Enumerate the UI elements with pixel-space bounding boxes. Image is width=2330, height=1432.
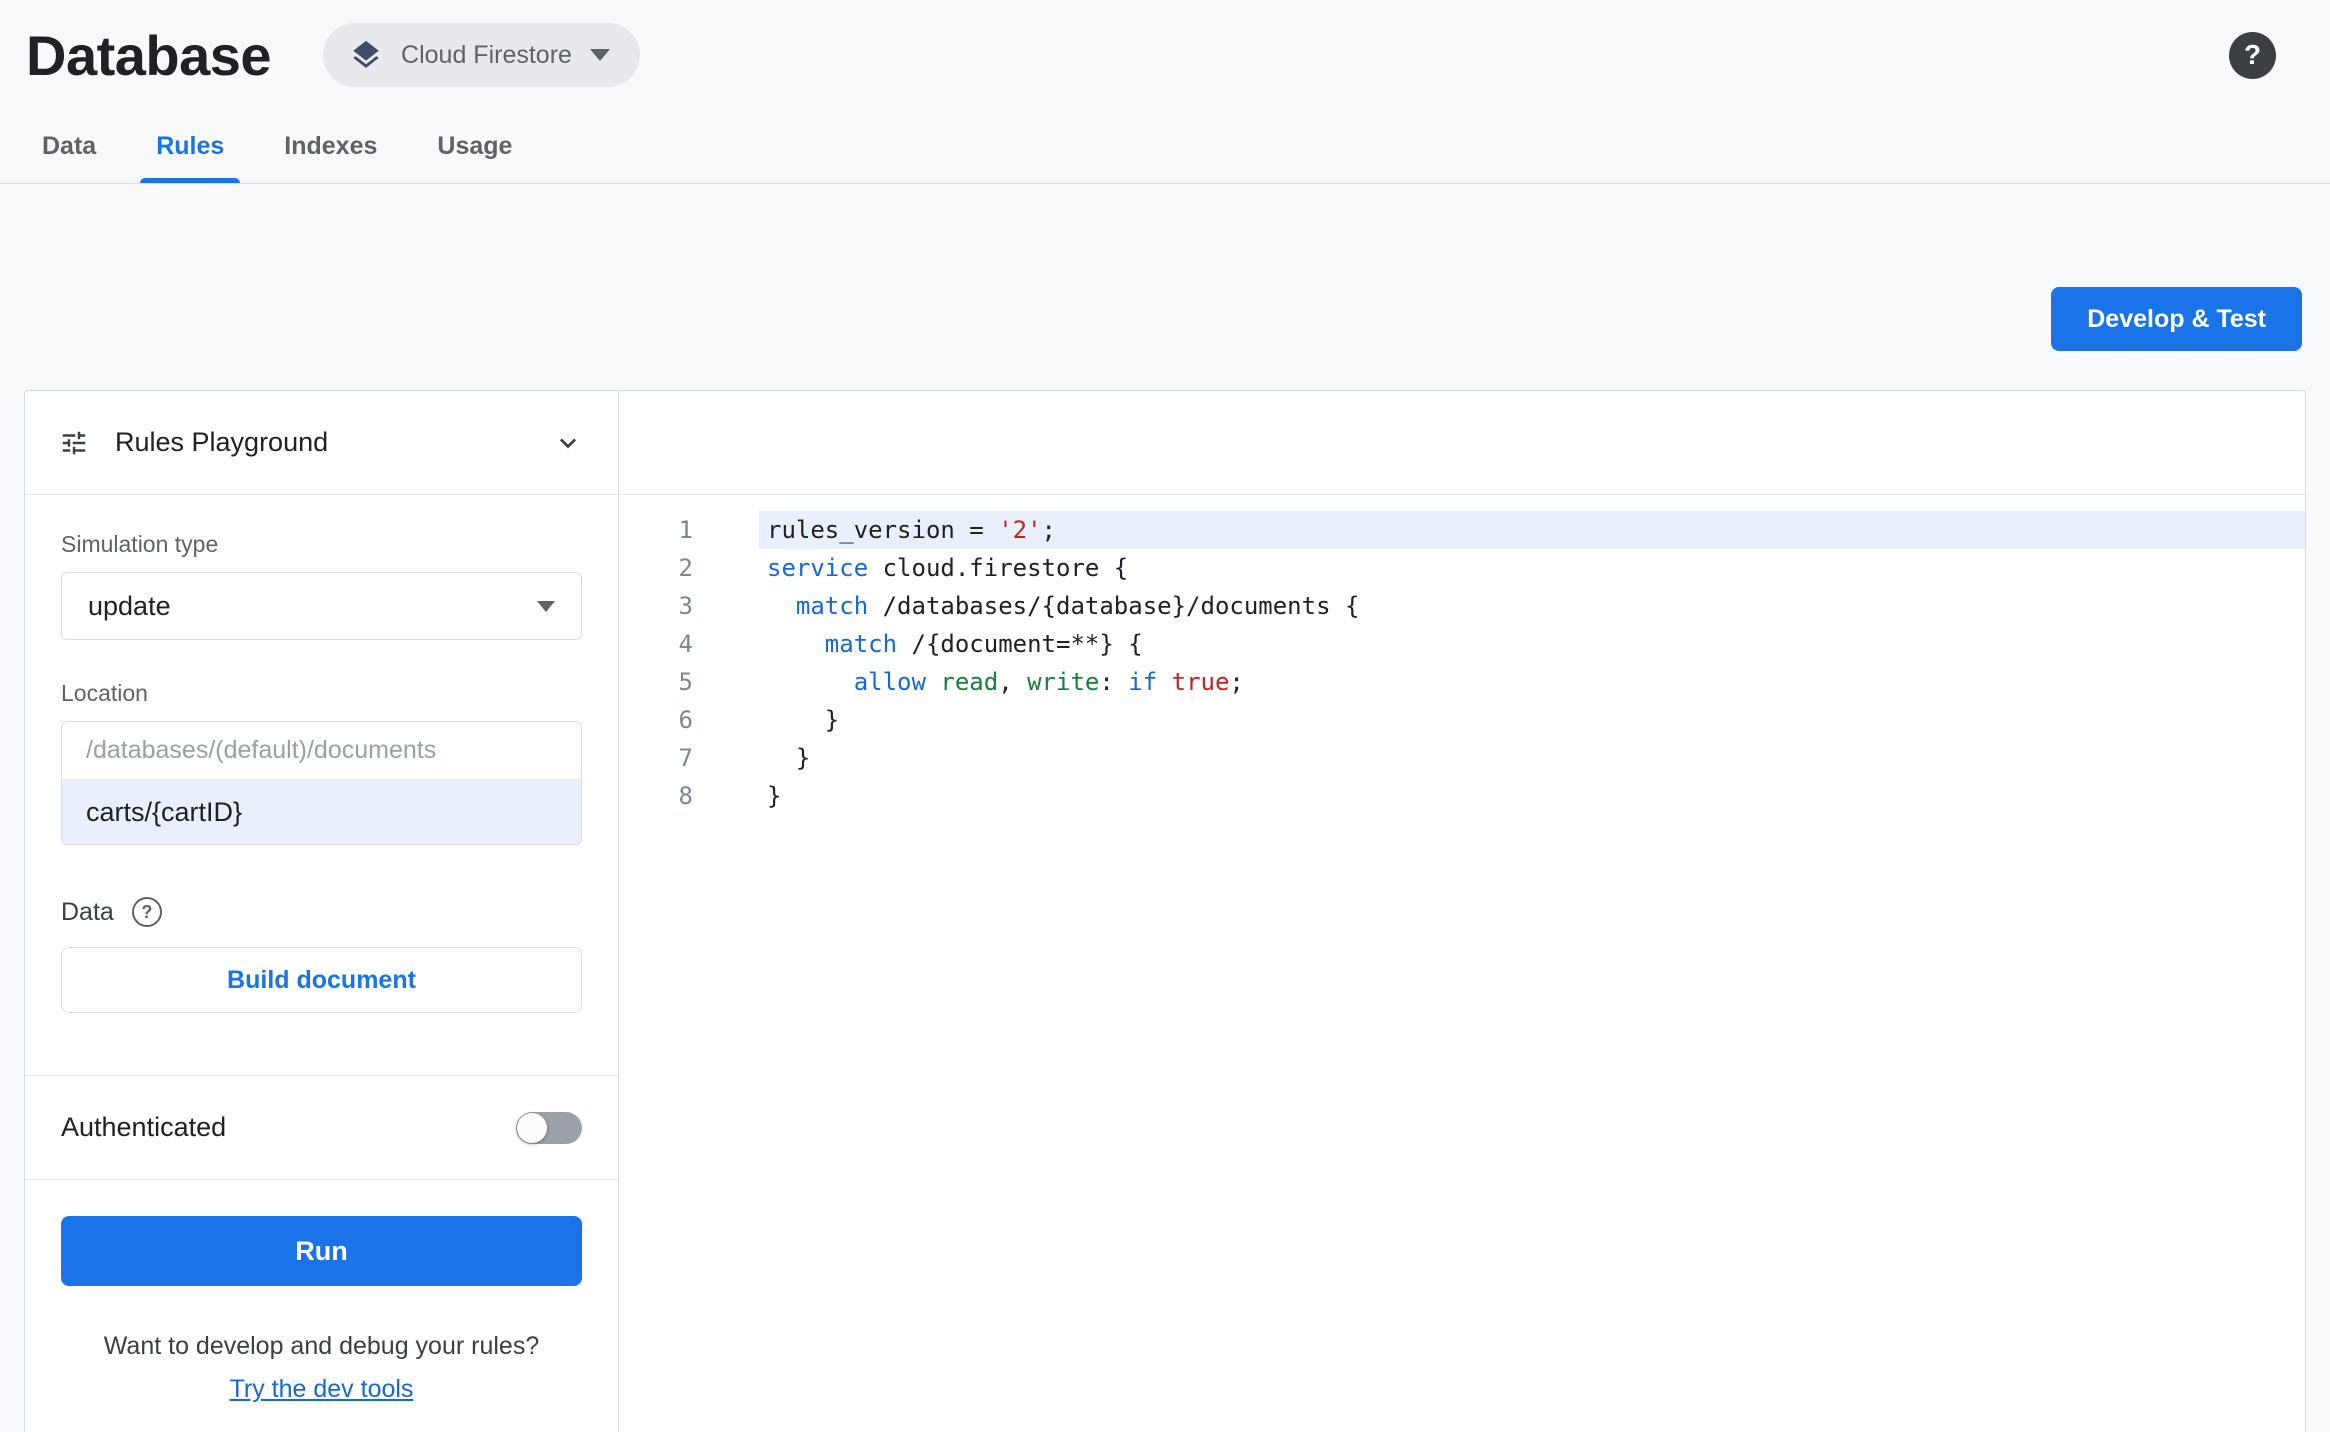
firestore-icon [349, 38, 383, 72]
location-input[interactable]: carts/{cartID} [62, 780, 581, 844]
code-line[interactable]: 1 rules_version = '2'; [619, 511, 2305, 549]
tab-indexes[interactable]: Indexes [254, 110, 407, 183]
code-line[interactable]: 5 allow read, write: if true; [619, 663, 2305, 701]
tune-icon [59, 428, 89, 458]
line-content: } [767, 706, 840, 734]
run-button[interactable]: Run [61, 1216, 582, 1286]
line-number: 3 [678, 592, 693, 620]
database-selector[interactable]: Cloud Firestore [323, 23, 640, 87]
toggle-thumb [517, 1112, 547, 1143]
rules-editor: 1 rules_version = '2'; 2 service cloud.fire… [619, 391, 2305, 1432]
line-number: 5 [678, 668, 693, 696]
line-number: 4 [678, 630, 693, 658]
line-content: rules_version = '2'; [759, 511, 2305, 549]
line-content: } [767, 782, 782, 810]
data-help-glyph: ? [141, 901, 153, 922]
simulation-type-value: update [88, 590, 171, 621]
location-label: Location [61, 680, 148, 706]
code-line[interactable]: 4 match /{document=**} { [619, 625, 2305, 663]
toolbar: Develop & Test [0, 184, 2330, 351]
code-line[interactable]: 2 service cloud.firestore { [619, 549, 2305, 587]
playground-header[interactable]: Rules Playground [25, 391, 618, 495]
data-label: Data [61, 897, 114, 926]
chevron-down-icon [589, 49, 610, 61]
tab-usage[interactable]: Usage [407, 110, 542, 183]
line-content: service cloud.firestore { [767, 554, 1129, 582]
data-help-icon[interactable]: ? [131, 897, 162, 927]
page-header: Database Cloud Firestore ? [0, 0, 2330, 110]
line-number: 8 [678, 782, 693, 810]
line-number: 2 [678, 554, 693, 582]
line-number: 7 [678, 744, 693, 772]
rules-playground-panel: Rules Playground Simulation type update … [25, 391, 619, 1432]
simulation-type-select[interactable]: update [61, 572, 582, 640]
select-caret-icon [537, 600, 555, 612]
develop-test-button[interactable]: Develop & Test [2051, 287, 2302, 351]
data-row: Data ? [61, 897, 582, 927]
code-line[interactable]: 3 match /databases/{database}/documents … [619, 587, 2305, 625]
tab-data[interactable]: Data [12, 110, 126, 183]
tab-bar: Data Rules Indexes Usage [0, 110, 2330, 184]
line-content: match /{document=**} { [824, 630, 1143, 658]
help-icon[interactable]: ? [2229, 31, 2276, 79]
help-glyph: ? [2243, 39, 2262, 70]
line-number: 6 [678, 706, 693, 734]
simulation-type-label: Simulation type [61, 531, 219, 557]
build-document-button[interactable]: Build document [61, 947, 582, 1013]
collapse-chevron-icon[interactable] [552, 427, 584, 459]
line-content: match /databases/{database}/documents { [795, 592, 1360, 620]
authenticated-row: Authenticated [25, 1076, 618, 1180]
database-selector-label: Cloud Firestore [401, 40, 572, 69]
dev-tools-link[interactable]: Try the dev tools [25, 1375, 618, 1404]
editor-toolbar-strip [619, 391, 2305, 495]
location-base-path: /databases/(default)/documents [62, 722, 581, 780]
location-input-group: /databases/(default)/documents carts/{ca… [61, 721, 582, 845]
line-content: allow read, write: if true; [853, 668, 1244, 696]
authenticated-toggle[interactable] [516, 1111, 582, 1144]
playground-title: Rules Playground [115, 427, 329, 457]
playground-form: Simulation type update Location /databas… [25, 495, 618, 1013]
authenticated-label: Authenticated [61, 1112, 227, 1142]
page-title: Database [26, 23, 272, 87]
code-line[interactable]: 7 } [619, 739, 2305, 777]
line-number: 1 [678, 516, 693, 544]
code-area[interactable]: 1 rules_version = '2'; 2 service cloud.fire… [619, 495, 2305, 815]
tab-rules[interactable]: Rules [126, 110, 254, 183]
code-line[interactable]: 6 } [619, 701, 2305, 739]
dev-tools-text: Want to develop and debug your rules? [103, 1332, 540, 1360]
line-content: } [767, 744, 811, 772]
code-line[interactable]: 8} [619, 777, 2305, 815]
rules-card: Rules Playground Simulation type update … [24, 390, 2306, 1432]
